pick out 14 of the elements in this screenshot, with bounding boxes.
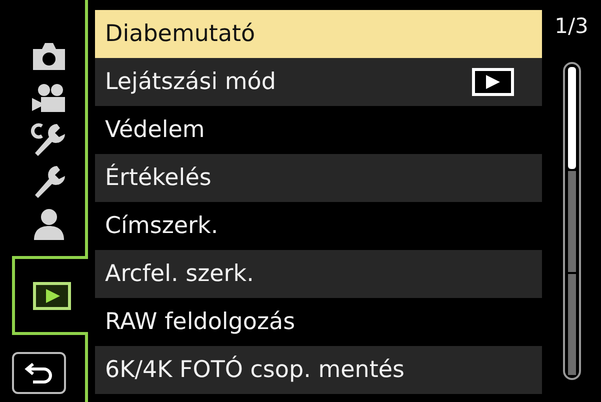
menu-item[interactable]: 6K/4K FOTÓ csop. mentés xyxy=(95,346,542,394)
play-icon xyxy=(32,282,70,310)
menu-item[interactable]: Arcfel. szerk. xyxy=(95,250,542,298)
menu-item[interactable]: Értékelés xyxy=(95,154,542,202)
page-indicator: 1/3 xyxy=(554,14,588,40)
menu-item[interactable]: Diabemutató xyxy=(95,10,542,58)
menu-item[interactable]: Lejátszási mód xyxy=(95,58,542,106)
person-icon xyxy=(32,208,64,240)
return-arrow-icon xyxy=(24,361,54,385)
video-camera-icon xyxy=(30,83,66,113)
menu-tab[interactable] xyxy=(12,256,88,335)
play-icon xyxy=(472,68,514,96)
back-button[interactable] xyxy=(12,352,66,394)
camera-icon xyxy=(30,41,66,71)
